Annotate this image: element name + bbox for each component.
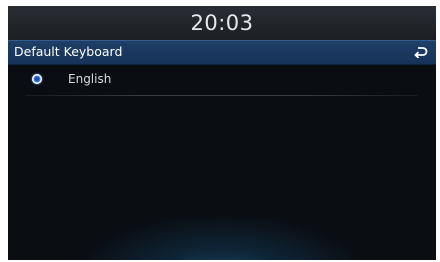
page-title: Default Keyboard xyxy=(14,44,123,59)
page-header: Default Keyboard xyxy=(8,40,436,65)
list-item-english[interactable]: English xyxy=(8,64,436,96)
radio-selected-icon[interactable] xyxy=(32,74,42,84)
back-button[interactable] xyxy=(412,43,430,61)
keyboard-list: English xyxy=(8,64,436,96)
list-item-label: English xyxy=(68,72,112,86)
status-bar: 20:03 xyxy=(8,6,436,40)
screen: 20:03 Default Keyboard English xyxy=(8,6,436,260)
divider xyxy=(26,95,418,96)
clock: 20:03 xyxy=(190,11,254,35)
back-arrow-icon xyxy=(414,47,428,58)
